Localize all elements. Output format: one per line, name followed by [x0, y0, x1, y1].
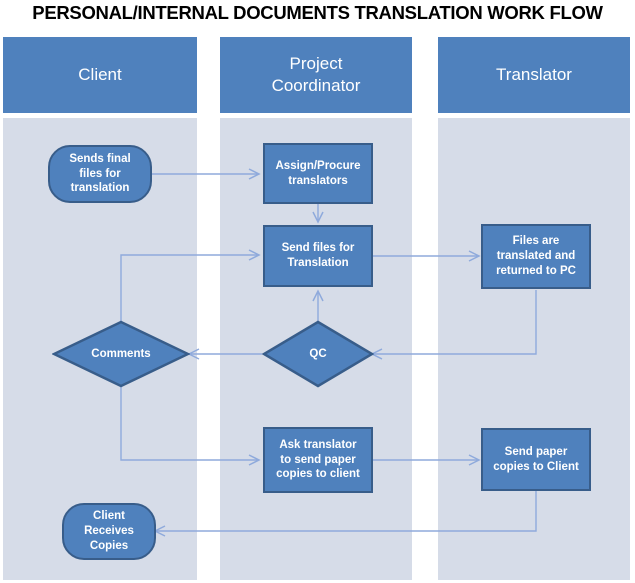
lane-header-translator[interactable]: Translator	[438, 37, 630, 113]
lane-header-project-coordinator-label-line1: Project	[289, 53, 343, 73]
lane-header-project-coordinator-label-line2: Coordinator	[271, 76, 361, 95]
node-assign-procure-line1: Assign/Procure	[275, 159, 361, 172]
node-files-translated-line3: returned to PC	[496, 264, 576, 277]
node-sends-final-files[interactable]: Sends final files for translation	[48, 145, 152, 203]
lane-header-translator-label: Translator	[496, 64, 572, 84]
node-client-receives-line1: Client	[93, 510, 125, 523]
qc-diamond-shape	[262, 320, 374, 388]
node-send-paper-line1: Send paper	[504, 445, 568, 458]
lane-header-client[interactable]: Client	[3, 37, 197, 113]
node-comments[interactable]: Comments	[52, 320, 190, 388]
node-ask-translator-line1: Ask translator	[279, 438, 357, 451]
node-files-translated-line1: Files are	[512, 235, 560, 248]
node-client-receives-line3: Copies	[89, 539, 129, 552]
lane-background-translator	[438, 118, 630, 580]
node-client-receives-copies[interactable]: Client Receives Copies	[62, 503, 156, 560]
node-ask-translator-line2: to send paper	[280, 453, 356, 466]
node-files-translated-returned[interactable]: Files are translated and returned to PC	[481, 224, 591, 289]
node-sends-final-files-line1: Sends final	[69, 152, 131, 165]
node-ask-translator-paper-copies[interactable]: Ask translator to send paper copies to c…	[263, 427, 373, 493]
node-client-receives-line2: Receives	[84, 525, 134, 538]
page-title: PERSONAL/INTERNAL DOCUMENTS TRANSLATION …	[32, 2, 603, 23]
node-ask-translator-line3: copies to client	[276, 468, 360, 481]
lane-header-client-label: Client	[78, 64, 122, 84]
workflow-diagram: PERSONAL/INTERNAL DOCUMENTS TRANSLATION …	[0, 0, 635, 583]
node-send-files-line2: Translation	[287, 257, 349, 269]
node-sends-final-files-line2: files for	[79, 167, 121, 180]
node-assign-procure-line2: translators	[288, 174, 348, 187]
node-send-paper-copies-to-client[interactable]: Send paper copies to Client	[481, 428, 591, 491]
comments-diamond-shape	[52, 320, 190, 388]
node-assign-procure-translators[interactable]: Assign/Procure translators	[263, 143, 373, 204]
lane-header-project-coordinator[interactable]: Project Coordinator	[220, 37, 412, 113]
node-send-files-for-translation[interactable]: Send files for Translation	[263, 225, 373, 287]
node-send-files-line1: Send files for	[281, 242, 355, 255]
node-qc[interactable]: QC	[262, 320, 374, 388]
node-files-translated-line2: translated and	[496, 250, 576, 263]
node-sends-final-files-line3: translation	[70, 182, 130, 195]
node-send-paper-line2: copies to Client	[493, 460, 579, 473]
